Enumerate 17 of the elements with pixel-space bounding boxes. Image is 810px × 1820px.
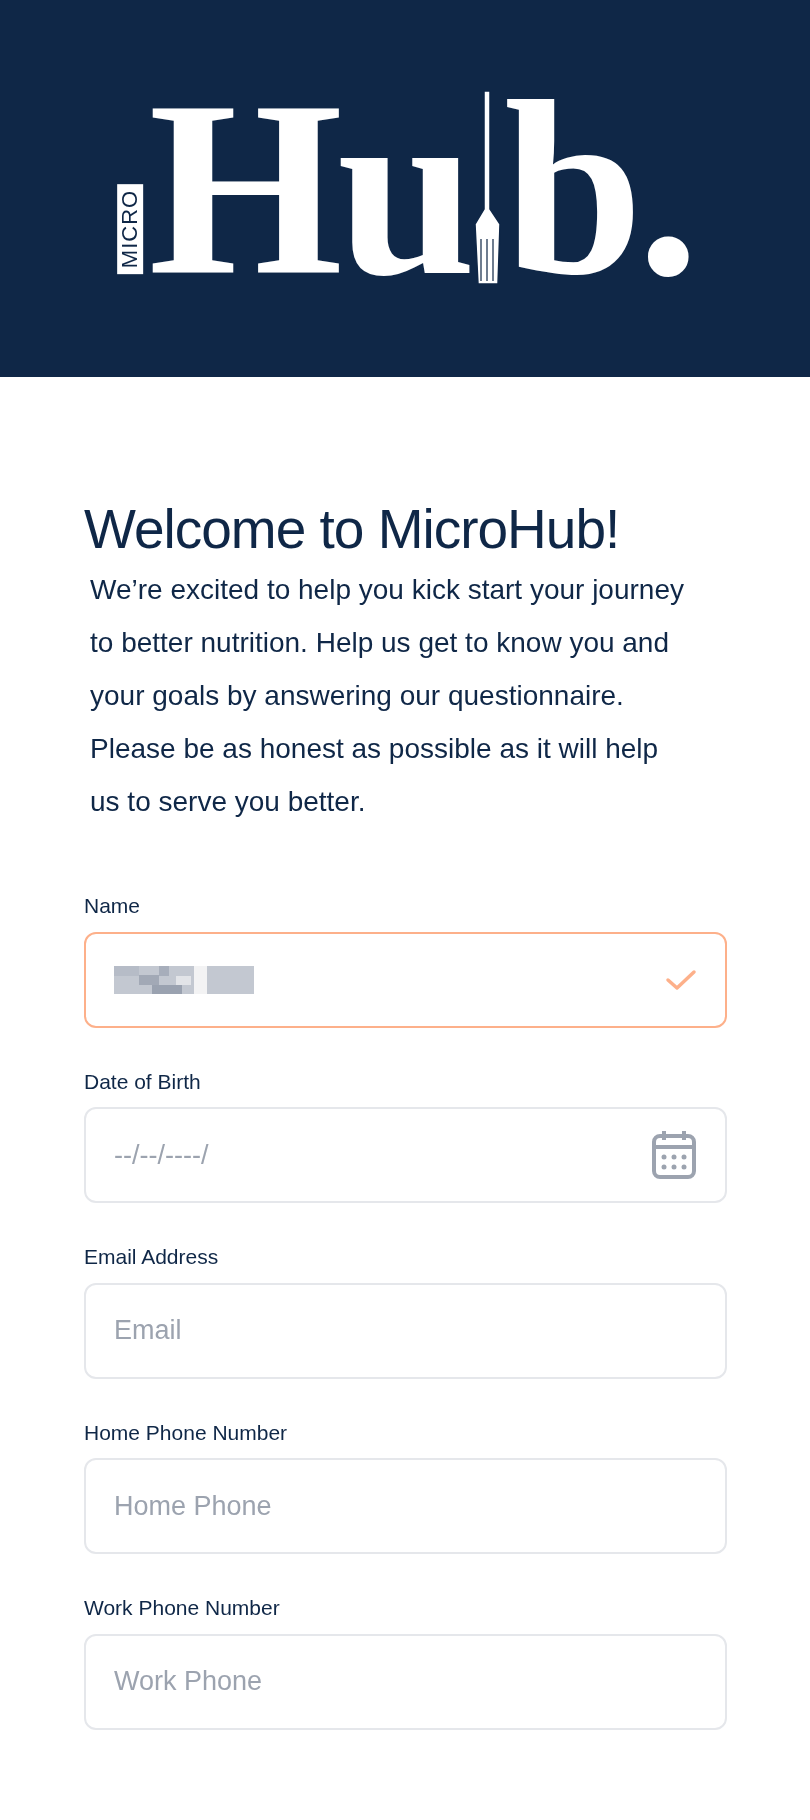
input-field[interactable] xyxy=(84,931,727,1028)
logo-text: Hu xyxy=(148,88,470,289)
text-input[interactable]: Work Phone xyxy=(114,1661,406,1702)
text-input[interactable]: Email xyxy=(114,1310,406,1351)
field-label: Work Phone Number xyxy=(84,1595,281,1621)
calendar-icon xyxy=(651,1130,697,1180)
text-input[interactable]: Home Phone xyxy=(114,1485,406,1527)
text-input[interactable]: --/--/----/ xyxy=(114,1134,383,1176)
field-label: Email Address xyxy=(84,1244,220,1270)
welcome-text: We’re excited to help you kick start your journey to better nutrition. Help us get to know you and your goals by answering our questionnaire. Please be as honest as possible as it will help us to serve you better. xyxy=(89,573,684,819)
logo-text: b. xyxy=(503,88,694,289)
check-icon xyxy=(665,967,697,992)
field-label: Name xyxy=(84,893,142,919)
field-label: Date of Birth xyxy=(84,1068,202,1095)
logo-small-text: MICRO xyxy=(117,183,144,274)
welcome-title: Welcome to MicroHub! xyxy=(84,497,621,561)
field-label: Home Phone Number xyxy=(84,1419,289,1446)
